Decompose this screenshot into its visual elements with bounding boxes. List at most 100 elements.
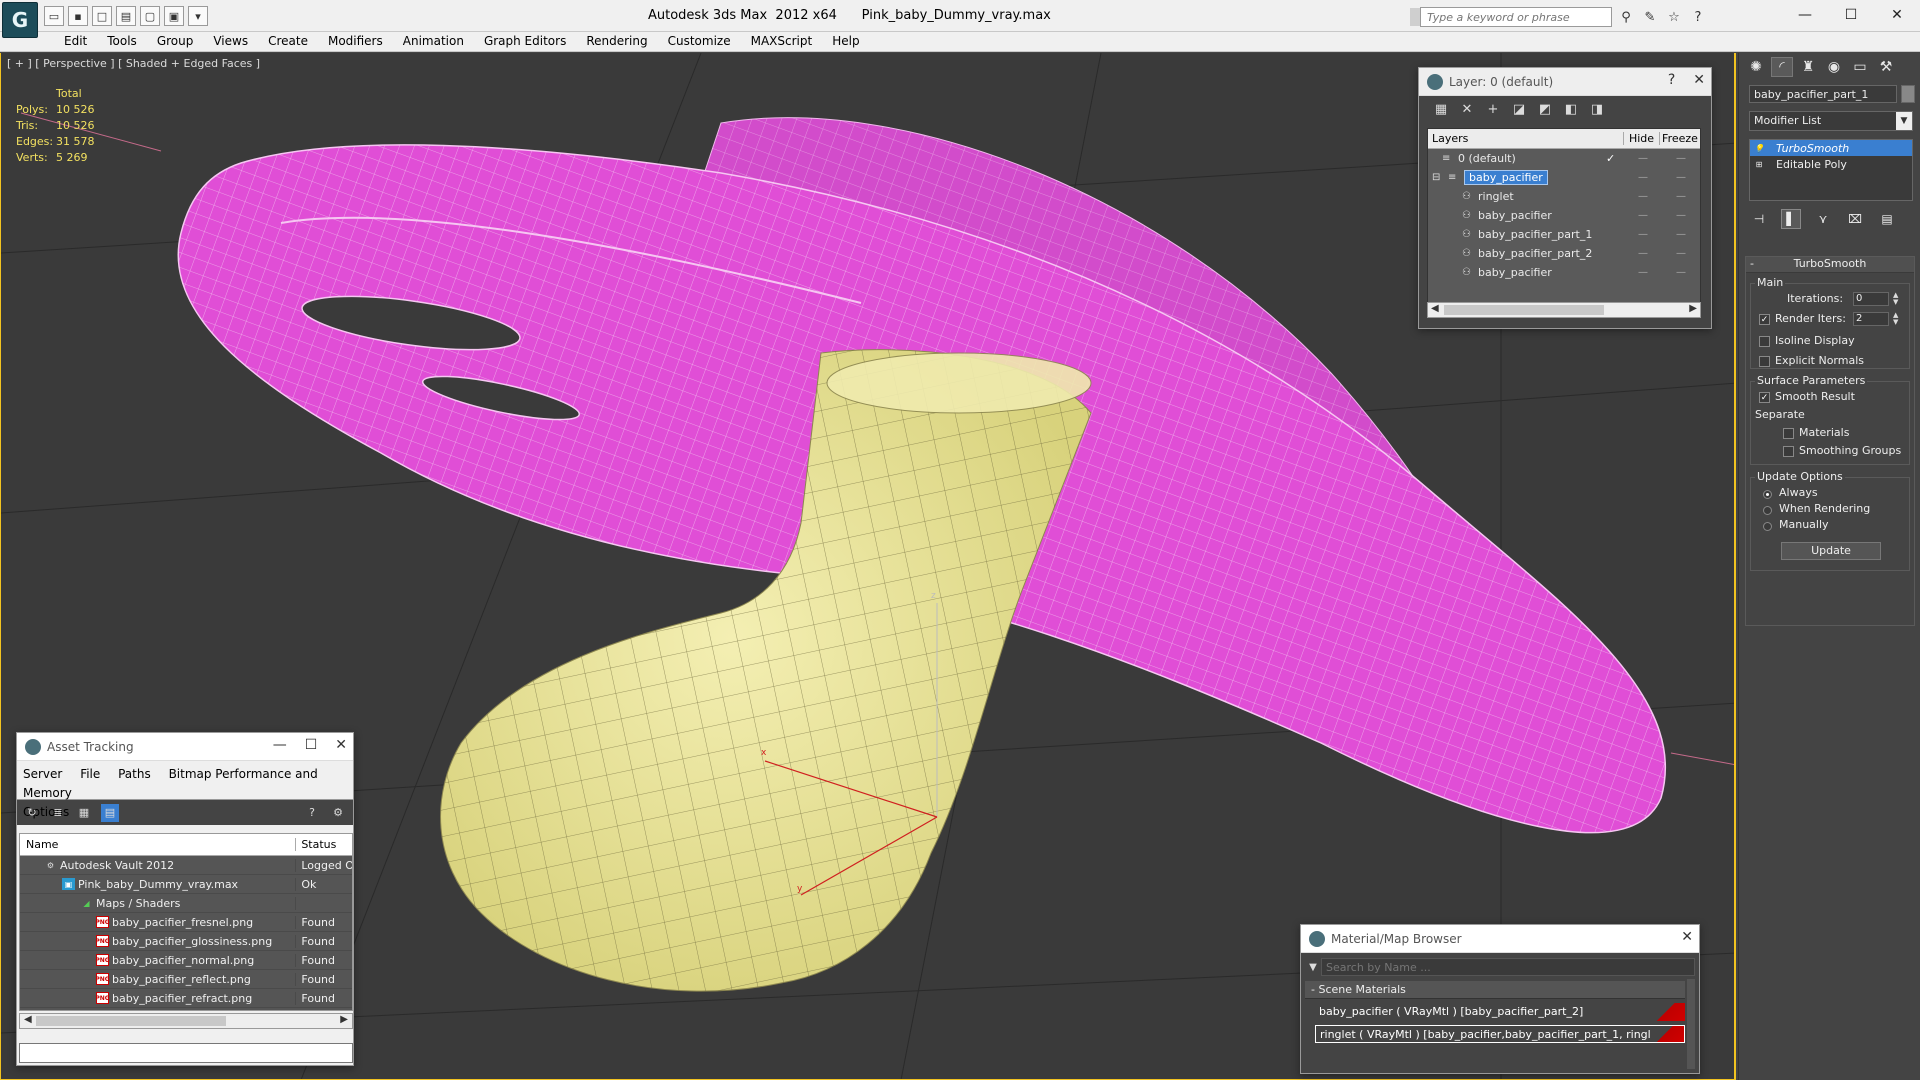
menu-edit[interactable]: Edit bbox=[54, 32, 97, 51]
asset-row[interactable]: PNG baby_pacifier_reflect.png Found bbox=[20, 970, 352, 989]
motion-tab-icon[interactable]: ◉ bbox=[1823, 57, 1845, 77]
rollout-header[interactable]: - TurboSmooth bbox=[1746, 257, 1914, 273]
scroll-right-icon[interactable]: ▶ bbox=[340, 1014, 348, 1025]
menu-views[interactable]: Views bbox=[203, 32, 258, 51]
close-icon[interactable]: ✕ bbox=[335, 737, 347, 753]
minimize-icon[interactable]: — bbox=[1782, 0, 1828, 30]
hide-toggle[interactable]: — bbox=[1624, 191, 1662, 202]
hierarchy-tab-icon[interactable]: ♜ bbox=[1797, 57, 1819, 77]
asset-row[interactable]: PNG baby_pacifier_glossiness.png Found bbox=[20, 932, 352, 951]
material-search-input[interactable] bbox=[1321, 958, 1695, 976]
add-to-layer-icon[interactable]: + bbox=[1485, 101, 1501, 117]
help-icon[interactable]: ? bbox=[1668, 72, 1675, 88]
expand-plus-icon[interactable]: ⊞ bbox=[1754, 159, 1764, 169]
save-file-icon[interactable]: ▪ bbox=[68, 6, 88, 26]
iterations-spinner[interactable]: 0 bbox=[1853, 292, 1889, 306]
menu-rendering[interactable]: Rendering bbox=[576, 32, 657, 51]
asset-row[interactable]: PNG baby_pacifier_fresnel.png Found bbox=[20, 913, 352, 932]
star-icon[interactable]: ☆ bbox=[1664, 7, 1684, 27]
always-radio[interactable] bbox=[1763, 490, 1772, 499]
remove-modifier-icon[interactable]: ⌧ bbox=[1845, 209, 1865, 229]
material-row[interactable]: ringlet ( VRayMtl ) [baby_pacifier,baby_… bbox=[1315, 1025, 1685, 1043]
binoculars-icon[interactable]: ⚲ bbox=[1616, 7, 1636, 27]
scene-materials-group[interactable]: - Scene Materials bbox=[1305, 981, 1685, 999]
layer-horizontal-scrollbar[interactable]: ◀ ▶ bbox=[1427, 302, 1701, 318]
hold-icon[interactable]: ▤ bbox=[116, 6, 136, 26]
layer-row[interactable]: ⚇ baby_pacifier — — bbox=[1428, 206, 1700, 225]
menu-graph-editors[interactable]: Graph Editors bbox=[474, 32, 576, 51]
manually-radio[interactable] bbox=[1763, 522, 1772, 531]
object-color-swatch[interactable] bbox=[1901, 85, 1915, 103]
isoline-display-checkbox[interactable] bbox=[1759, 336, 1770, 347]
open-file-icon[interactable]: ▭ bbox=[44, 6, 64, 26]
highlight-layer-icon[interactable]: ◩ bbox=[1537, 101, 1553, 117]
menu-animation[interactable]: Animation bbox=[393, 32, 474, 51]
search-input[interactable] bbox=[1421, 8, 1611, 26]
asset-row[interactable]: ◢ Maps / Shaders bbox=[20, 894, 352, 913]
options-dropdown-icon[interactable]: ▼ bbox=[1305, 962, 1321, 973]
menu-help[interactable]: Help bbox=[822, 32, 869, 51]
scroll-thumb[interactable] bbox=[36, 1016, 226, 1026]
menu-tools[interactable]: Tools bbox=[97, 32, 147, 51]
modify-tab-icon[interactable]: ◜ bbox=[1771, 57, 1793, 77]
when-rendering-radio[interactable] bbox=[1763, 506, 1772, 515]
col-freeze[interactable]: Freeze bbox=[1660, 132, 1700, 145]
hide-toggle[interactable]: — bbox=[1624, 210, 1662, 221]
hide-toggle[interactable]: — bbox=[1624, 229, 1662, 240]
close-icon[interactable]: ✕ bbox=[1681, 929, 1693, 945]
freeze-toggle[interactable]: — bbox=[1662, 248, 1700, 259]
menu-modifiers[interactable]: Modifiers bbox=[318, 32, 393, 51]
freeze-toggle[interactable]: — bbox=[1662, 267, 1700, 278]
asset-row[interactable]: ⚙ Autodesk Vault 2012 Logged O bbox=[20, 856, 352, 875]
asset-menu-server[interactable]: Server bbox=[23, 767, 62, 781]
pin-stack-icon[interactable]: ⊣ bbox=[1749, 209, 1769, 229]
layer-row[interactable]: ⚇ baby_pacifier_part_1 — — bbox=[1428, 225, 1700, 244]
asset-dialog-titlebar[interactable]: Asset Tracking — ☐ ✕ bbox=[17, 733, 353, 761]
layer-row[interactable]: ⚇ baby_pacifier_part_2 — — bbox=[1428, 244, 1700, 263]
object-name-field[interactable] bbox=[1749, 85, 1897, 103]
stack-item-turbosmooth[interactable]: 💡 TurboSmooth bbox=[1750, 140, 1912, 156]
asset-menu-bitmap[interactable]: Bitmap Performance and Memory bbox=[23, 767, 318, 800]
qa-dropdown-icon[interactable]: ▾ bbox=[188, 6, 208, 26]
search-expander[interactable] bbox=[1410, 8, 1420, 26]
modifier-list-dropdown[interactable]: Modifier List ▼ bbox=[1749, 111, 1913, 131]
col-hide[interactable]: Hide bbox=[1624, 132, 1660, 145]
asset-menu-paths[interactable]: Paths bbox=[118, 767, 151, 781]
freeze-toggle[interactable]: — bbox=[1662, 191, 1700, 202]
scroll-right-icon[interactable]: ▶ bbox=[1689, 303, 1697, 314]
refresh-icon[interactable]: ↻ bbox=[23, 804, 41, 822]
layer-row[interactable]: ⊟ ≡ baby_pacifier — — bbox=[1428, 168, 1700, 187]
redo-icon[interactable]: ▣ bbox=[164, 6, 184, 26]
menu-maxscript[interactable]: MAXScript bbox=[741, 32, 823, 51]
update-button[interactable]: Update bbox=[1781, 542, 1881, 560]
hide-toggle[interactable]: — bbox=[1624, 172, 1662, 183]
close-icon[interactable]: ✕ bbox=[1874, 0, 1920, 30]
asset-row[interactable]: ▣ Pink_baby_Dummy_vray.max Ok bbox=[20, 875, 352, 894]
thumbnail-view-icon[interactable]: ▦ bbox=[75, 804, 93, 822]
menu-customize[interactable]: Customize bbox=[658, 32, 741, 51]
table-view-icon[interactable]: ▤ bbox=[101, 803, 119, 822]
col-layers[interactable]: Layers bbox=[1428, 132, 1624, 145]
search-box[interactable] bbox=[1420, 7, 1612, 27]
scroll-left-icon[interactable]: ◀ bbox=[1431, 303, 1439, 314]
freeze-toggle[interactable]: — bbox=[1662, 172, 1700, 183]
maximize-icon[interactable]: ☐ bbox=[305, 737, 318, 753]
freeze-toggle[interactable]: — bbox=[1662, 153, 1700, 164]
asset-menu-file[interactable]: File bbox=[80, 767, 100, 781]
col-name[interactable]: Name bbox=[20, 838, 297, 851]
new-file-icon[interactable]: □ bbox=[92, 6, 112, 26]
spinner-arrows-icon[interactable]: ▲ ▼ bbox=[1893, 312, 1901, 326]
undo-icon[interactable]: ▢ bbox=[140, 6, 160, 26]
lightbulb-icon[interactable]: 💡 bbox=[1754, 143, 1764, 153]
col-status[interactable]: Status bbox=[296, 838, 352, 851]
material-vertical-scrollbar[interactable] bbox=[1687, 979, 1695, 1069]
viewport-label[interactable]: [ + ] [ Perspective ] [ Shaded + Edged F… bbox=[7, 57, 260, 70]
help-icon[interactable]: ? bbox=[1688, 7, 1708, 27]
app-logo-icon[interactable]: G bbox=[2, 2, 38, 38]
freeze-toggle[interactable]: — bbox=[1662, 229, 1700, 240]
asset-path-field[interactable] bbox=[19, 1043, 353, 1063]
help-icon[interactable]: ? bbox=[303, 804, 321, 822]
hide-toggle[interactable]: — bbox=[1624, 153, 1662, 164]
hide-toggle[interactable]: — bbox=[1624, 248, 1662, 259]
create-tab-icon[interactable]: ✺ bbox=[1745, 57, 1767, 77]
